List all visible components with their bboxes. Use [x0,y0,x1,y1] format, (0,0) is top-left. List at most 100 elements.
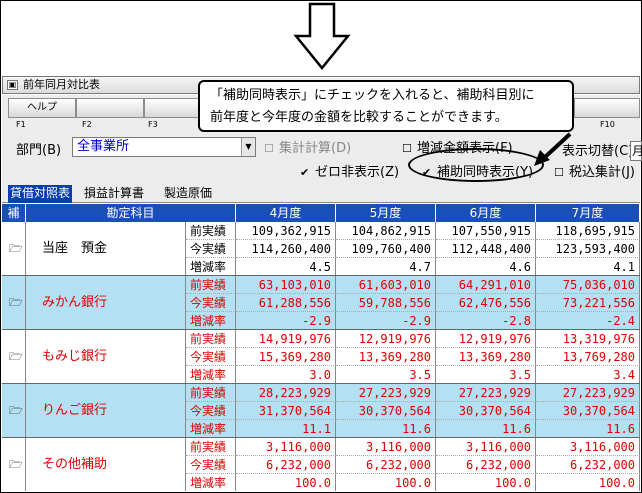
checkbox-icon[interactable]: ☐ [554,167,565,178]
row-aux-cell: 🗁 [2,330,26,384]
value-cell: 13,319,976 [536,330,640,348]
value-cell: 28,223,929 [236,384,336,402]
value-cell: 123,593,400 [536,240,640,258]
checkmark-icon[interactable]: ✔ [300,167,311,178]
option-partial-1[interactable]: ☐ 集計計算(D) [264,137,351,156]
f1-label: F1 [16,120,26,129]
table-row[interactable]: 🗁 みかん銀行 前実績 63,103,010 61,603,010 64,291,010 7… [2,276,640,330]
f1-help-button[interactable]: ヘルプ [8,98,76,118]
table-header: 補 勘定科目 4月度 5月度 6月度 7月度 [2,204,640,222]
table-row[interactable]: 🗁 当座 預金 前実績 109,362,915 104,862,915 107,550,9… [2,222,640,276]
value-cell: 15,369,280 [236,348,336,366]
header-month: 4月度 [236,204,336,222]
folder-icon: 🗁 [9,404,23,417]
callout-box: 「補助同時表示」にチェックを入れると、補助科目別に 前年度と今年度の金額を比較す… [198,80,574,132]
dept-value: 全事業所 [77,139,130,154]
dept-select[interactable]: 全事業所 ▼ [72,137,256,157]
value-cell: 3.0 [236,366,336,384]
window-icon: ▣ [7,80,18,90]
switch-select[interactable]: 月 [630,141,642,161]
f10-button[interactable] [574,98,640,118]
value-cell: 59,788,556 [336,294,436,312]
header-aux: 補 [2,204,26,222]
value-cell: 6,232,000 [536,456,640,474]
folder-icon: 🗁 [9,296,23,309]
value-cell: 64,291,010 [436,276,536,294]
value-cell: 4.1 [536,258,640,276]
value-cell: 104,862,915 [336,222,436,240]
value-cell: 3.5 [336,366,436,384]
row-aux-cell: 🗁 [2,222,26,276]
value-cell: 13,369,280 [436,348,536,366]
value-cell: 11.1 [236,420,336,438]
value-cell: 6,232,000 [336,456,436,474]
account-name: 当座 預金 [26,222,186,276]
value-cell: 62,476,556 [436,294,536,312]
value-cell: 100.0 [536,474,640,491]
value-cell: 109,362,915 [236,222,336,240]
table-row[interactable]: 🗁 その他補助 前実績 3,116,000 3,116,000 3,116,000 3,11… [2,438,640,491]
checkbox-icon[interactable]: ☐ [402,143,413,154]
dept-label: 部門(B) [16,143,62,158]
tab-manufacturing-cost[interactable]: 製造原価 [162,185,214,203]
comparison-table: 補 勘定科目 4月度 5月度 6月度 7月度 🗁 当座 預金 前実績 109,362,… [2,204,640,491]
value-cell: 11.6 [336,420,436,438]
row-aux-cell: 🗁 [2,276,26,330]
kind-label: 前実績 [186,222,236,240]
value-cell: 31,370,564 [236,402,336,420]
value-cell: 61,288,556 [236,294,336,312]
value-cell: 30,370,564 [436,402,536,420]
header-month: 7月度 [536,204,640,222]
window-title: 前年同月対比表 [23,78,100,91]
value-cell: 12,919,976 [336,330,436,348]
kind-label: 今実績 [186,294,236,312]
value-cell: 112,448,400 [436,240,536,258]
zero-hide-checkbox[interactable]: ✔ ゼロ非表示(Z) [300,161,399,180]
tab-income-statement[interactable]: 損益計算書 [82,185,146,203]
value-cell: -2.8 [436,312,536,330]
value-cell: 13,769,280 [536,348,640,366]
down-arrow-icon [293,2,351,70]
value-cell: 4.6 [436,258,536,276]
kind-label: 増減率 [186,258,236,276]
tab-balance-sheet[interactable]: 貸借対照表 [8,185,73,203]
highlight-ellipse [408,148,544,182]
kind-label: 前実績 [186,384,236,402]
f2-button[interactable] [76,98,144,118]
account-name: その他補助 [26,438,186,491]
header-account: 勘定科目 [26,204,236,222]
folder-icon: 🗁 [9,458,23,471]
value-cell: 30,370,564 [336,402,436,420]
value-cell: 30,370,564 [536,402,640,420]
value-cell: 11.6 [536,420,640,438]
value-cell: 100.0 [336,474,436,491]
kind-label: 前実績 [186,438,236,456]
value-cell: 3.5 [436,366,536,384]
value-cell: 107,550,915 [436,222,536,240]
kind-label: 増減率 [186,474,236,491]
table-row[interactable]: 🗁 りんご銀行 前実績 28,223,929 27,223,929 27,223,929 2… [2,384,640,438]
f3-label: F3 [148,120,158,129]
value-cell: 6,232,000 [436,456,536,474]
tab-bar: 貸借対照表 損益計算書 製造原価 [2,183,640,203]
f10-label: F10 [600,120,615,129]
value-cell: 114,260,400 [236,240,336,258]
value-cell: 3,116,000 [336,438,436,456]
account-name: もみじ銀行 [26,330,186,384]
checkbox-icon[interactable]: ☐ [264,143,275,154]
value-cell: -2.9 [236,312,336,330]
value-cell: 75,036,010 [536,276,640,294]
value-cell: 12,919,976 [436,330,536,348]
chevron-down-icon[interactable]: ▼ [241,138,255,156]
value-cell: 27,223,929 [536,384,640,402]
value-cell: 61,603,010 [336,276,436,294]
value-cell: 100.0 [236,474,336,491]
kind-label: 今実績 [186,240,236,258]
value-cell: 3,116,000 [536,438,640,456]
value-cell: -2.9 [336,312,436,330]
value-cell: 3,116,000 [436,438,536,456]
kind-label: 増減率 [186,366,236,384]
kind-label: 前実績 [186,276,236,294]
value-cell: 27,223,929 [336,384,436,402]
table-row[interactable]: 🗁 もみじ銀行 前実績 14,919,976 12,919,976 12,919,976 1… [2,330,640,384]
